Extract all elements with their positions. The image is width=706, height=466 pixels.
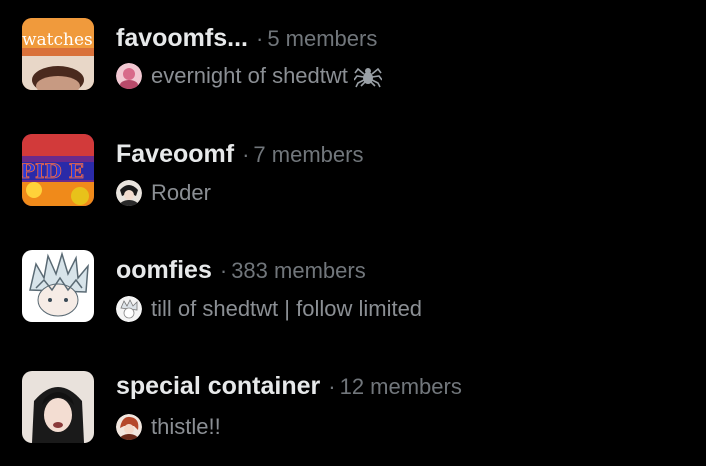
sender-name: till of shedtwt | follow limited	[151, 296, 423, 321]
thumb-text: watches	[22, 30, 93, 50]
separator-dot: ·	[242, 142, 250, 167]
member-count: 12 members	[339, 374, 462, 399]
separator-dot: ·	[255, 26, 264, 51]
member-count: 5 members	[267, 26, 378, 51]
sender-avatar	[116, 296, 142, 322]
member-count: 383 members	[231, 258, 366, 283]
separator-dot: ·	[219, 258, 228, 283]
group-avatar-image: watches	[22, 18, 94, 90]
group-avatar[interactable]: PID E	[22, 134, 94, 206]
group-row-faveoomf[interactable]: PID E Faveoomf · 7 members Roder	[0, 134, 706, 234]
separator-dot: ·	[328, 374, 336, 399]
group-name: special container	[116, 372, 321, 400]
group-avatar-image: PID E	[22, 134, 94, 206]
group-avatar-image	[22, 371, 94, 443]
member-count: 7 members	[253, 142, 364, 167]
group-name: oomfies	[116, 256, 212, 284]
sender-avatar	[116, 180, 142, 206]
sender-avatar	[116, 63, 142, 89]
group-name: Faveoomf	[116, 140, 235, 168]
sender-avatar	[116, 414, 142, 440]
thumb-text: PID E	[22, 159, 84, 183]
group-row-oomfies[interactable]: oomfies · 383 members till of shedtwt | …	[0, 250, 706, 350]
group-row-favoomfs[interactable]: watches favoomfs... · 5 members evernigh…	[0, 18, 706, 118]
group-avatar-image	[22, 250, 94, 322]
group-avatar[interactable]	[22, 371, 94, 443]
group-name: favoomfs...	[116, 24, 248, 52]
sender-name: Roder	[151, 180, 211, 205]
sender-name: evernight of shedtwt	[151, 63, 348, 88]
sender-name: thistle!!	[151, 414, 221, 439]
group-avatar[interactable]: watches	[22, 18, 94, 90]
spider-icon	[353, 64, 383, 88]
group-row-special-container[interactable]: special container · 12 members thistle!!	[0, 366, 706, 466]
group-avatar[interactable]	[22, 250, 94, 322]
